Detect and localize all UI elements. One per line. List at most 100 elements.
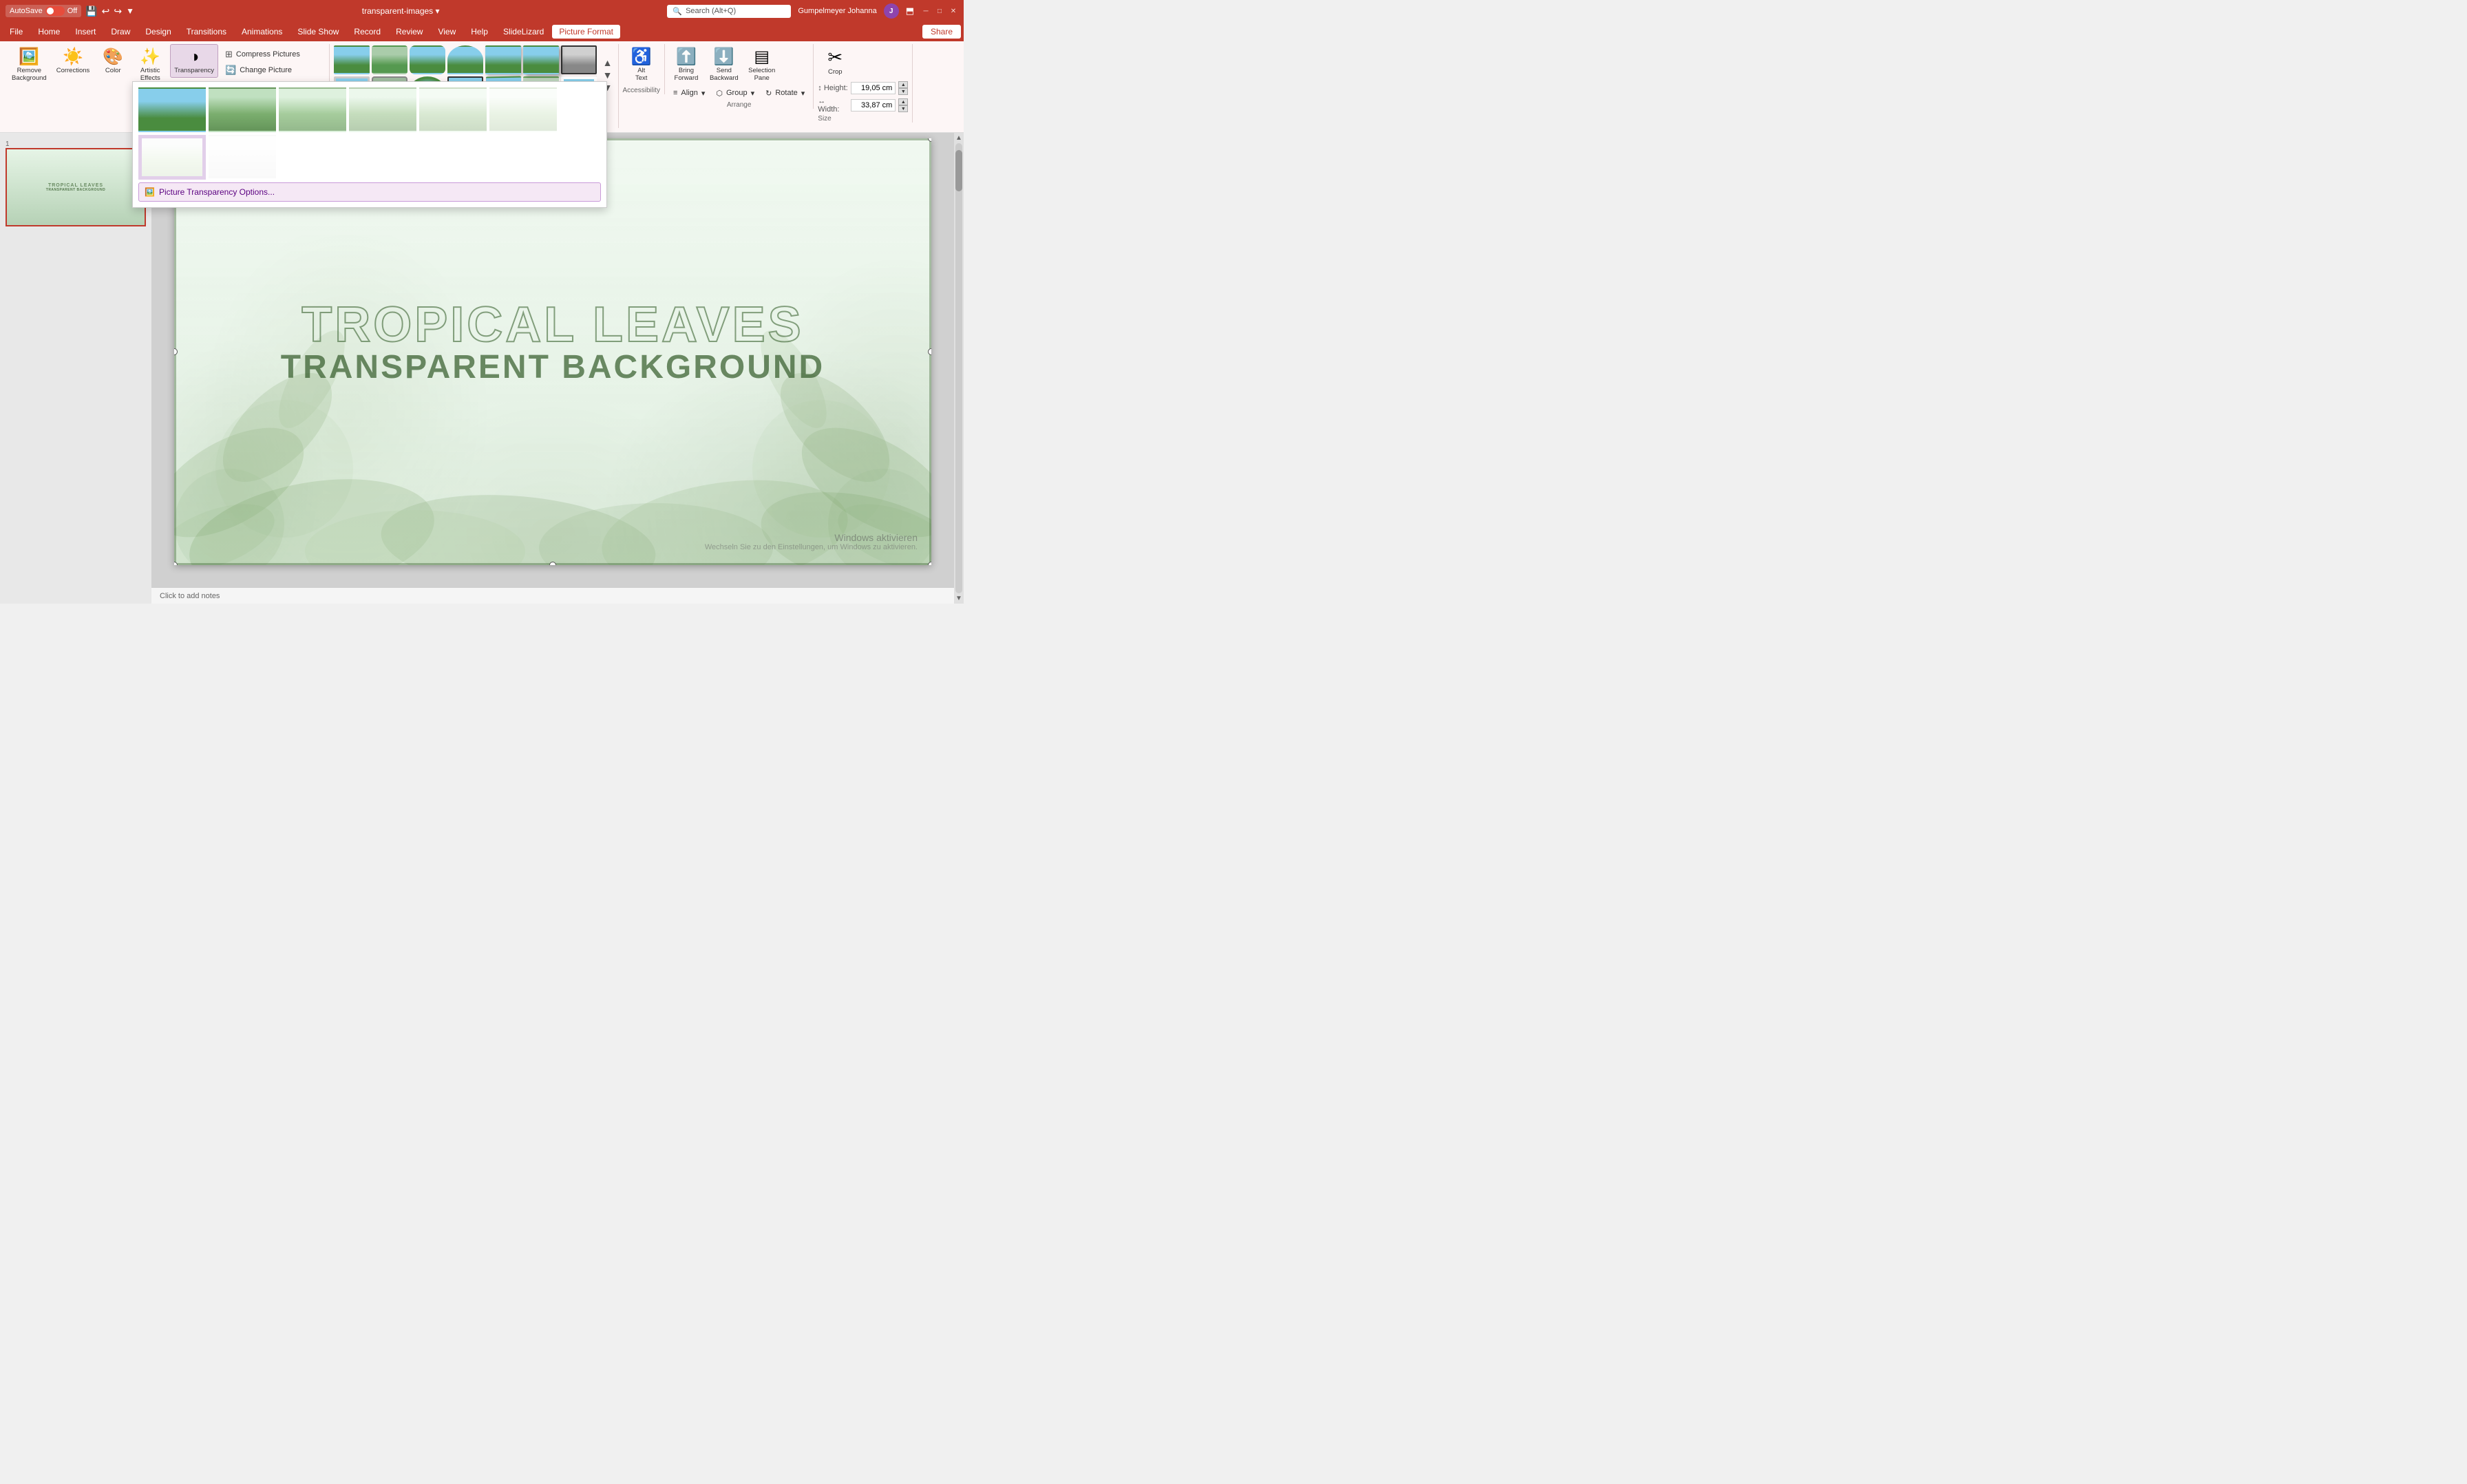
ps-scroll-up[interactable]: ▲ [602,57,614,68]
menu-slidelizard[interactable]: SlideLizard [496,25,551,39]
alt-text-icon: ♿ [631,47,652,67]
slide-title-container: TROPICAL LEAVES TRANSPARENT BACKGROUND [250,300,856,386]
handle-bottommid[interactable] [549,562,556,565]
ps-thumb-2[interactable] [372,45,407,74]
handle-bottomright[interactable] [928,562,931,565]
trans-option-5[interactable] [489,87,557,132]
title-bar-center: transparent-images ▾ [362,6,440,16]
trans-option-empty[interactable] [209,135,276,180]
minimize-button[interactable]: ─ [921,6,931,16]
width-down[interactable]: ▼ [898,105,908,112]
accessibility-group-label: Accessibility [623,85,660,94]
height-spinner: ▲ ▼ [898,81,908,95]
width-up[interactable]: ▲ [898,98,908,105]
trans-option-selected[interactable] [138,135,206,180]
scroll-up-button[interactable]: ▲ [955,134,962,142]
height-field: ↕ Height: ▲ ▼ [818,81,908,95]
watermark-line1: Windows aktivieren [705,532,918,543]
scroll-down-button[interactable]: ▼ [955,595,962,602]
menu-file[interactable]: File [3,25,30,39]
height-input[interactable] [851,82,896,94]
send-backward-button[interactable]: ⬇️ SendBackward [706,44,742,85]
save-icon[interactable]: 💾 [85,6,97,17]
transparency-button[interactable]: ◑ Transparency [170,44,218,78]
alt-text-button[interactable]: ♿ AltText [624,44,659,85]
undo-icon[interactable]: ↩ [102,6,110,17]
width-input[interactable] [851,99,896,112]
user-avatar[interactable]: J [884,3,899,19]
slide-title-line2: TRANSPARENT BACKGROUND [250,350,856,386]
bring-forward-button[interactable]: ⬆️ BringForward [669,44,703,85]
group-icon: ⬡ [716,89,723,98]
trans-option-3[interactable] [349,87,416,132]
ps-thumb-5[interactable] [485,45,521,74]
align-button[interactable]: ≡ Align ▾ [669,87,709,100]
menu-home[interactable]: Home [31,25,67,39]
selection-pane-button[interactable]: ▤ SelectionPane [745,44,779,85]
ps-thumb-1[interactable] [334,45,370,74]
artistic-effects-button[interactable]: ✨ ArtisticEffects [133,44,167,85]
remove-background-button[interactable]: 🖼️ RemoveBackground [8,44,50,85]
menu-design[interactable]: Design [138,25,178,39]
group-button[interactable]: ⬡ Group ▾ [712,87,759,100]
redo-icon[interactable]: ↪ [114,6,122,17]
close-button[interactable]: ✕ [949,6,958,16]
trans-options-icon: 🖼️ [145,187,155,197]
picture-transparency-options-button[interactable]: 🖼️ Picture Transparency Options... [138,182,601,202]
arrange-main-row: ⬆️ BringForward ⬇️ SendBackward ▤ Select… [669,44,809,85]
menu-record[interactable]: Record [347,25,388,39]
ribbon-display-icon[interactable]: ⬒ [906,6,914,17]
crop-button[interactable]: ✂ Crop [818,44,852,78]
ps-thumb-4[interactable] [447,45,483,74]
handle-rightmid[interactable] [928,348,931,355]
notes-bar[interactable]: Click to add notes [151,587,954,604]
transparency-grid [138,87,601,180]
menu-slideshow[interactable]: Slide Show [290,25,346,39]
maximize-button[interactable]: □ [935,6,944,16]
compress-pictures-button[interactable]: ⊞ Compress Pictures [221,47,304,62]
height-down[interactable]: ▼ [898,88,908,95]
compress-icon: ⊞ [225,49,233,60]
menu-view[interactable]: View [431,25,463,39]
color-button[interactable]: 🎨 Color [96,44,130,77]
title-search[interactable]: 🔍 Search (Alt+Q) [667,5,791,18]
selection-pane-icon: ▤ [754,47,770,67]
change-picture-button[interactable]: 🔄 Change Picture [221,63,304,78]
rotate-button[interactable]: ↻ Rotate ▾ [761,87,809,100]
ps-thumb-7[interactable] [561,45,597,74]
menu-draw[interactable]: Draw [104,25,137,39]
corrections-button[interactable]: ☀️ Corrections [53,44,94,77]
menu-picture-format[interactable]: Picture Format [552,25,620,39]
trans-option-1[interactable] [209,87,276,132]
trans-options-label: Picture Transparency Options... [159,187,275,197]
trans-option-4[interactable] [419,87,487,132]
share-button[interactable]: Share [922,25,961,39]
menu-animations[interactable]: Animations [235,25,289,39]
height-up[interactable]: ▲ [898,81,908,88]
watermark-line2: Wechseln Sie zu den Einstellungen, um Wi… [705,543,918,551]
accessibility-group: ♿ AltText Accessibility [619,44,665,94]
trans-option-0[interactable] [138,87,206,132]
slide-thumbnail-1[interactable]: TROPICAL LEAVES TRANSPARENT BACKGROUND [6,148,146,226]
menu-review[interactable]: Review [389,25,430,39]
autosave-state: Off [67,7,77,15]
scroll-thumb[interactable] [955,150,962,191]
trans-option-2[interactable] [279,87,346,132]
autosave-badge[interactable]: AutoSave Off [6,5,81,17]
ps-scroll-down[interactable]: ▼ [602,70,614,81]
customize-icon[interactable]: ▼ [126,6,134,16]
ps-thumb-6[interactable] [523,45,559,74]
slide-thumb-title1: TROPICAL LEAVES [48,183,103,188]
width-spinner: ▲ ▼ [898,98,908,112]
search-placeholder: Search (Alt+Q) [686,7,736,15]
title-bar-left: AutoSave Off 💾 ↩ ↪ ▼ [6,5,134,17]
menu-transitions[interactable]: Transitions [180,25,233,39]
slide-thumb-title2: TRANSPARENT BACKGROUND [46,188,105,192]
menu-bar: File Home Insert Draw Design Transitions… [0,22,964,41]
menu-help[interactable]: Help [464,25,495,39]
autosave-toggle[interactable] [45,6,65,16]
crop-icon: ✂ [827,47,843,68]
ps-thumb-3[interactable] [410,45,445,74]
arrange-group-label: Arrange [669,100,809,109]
menu-insert[interactable]: Insert [68,25,103,39]
